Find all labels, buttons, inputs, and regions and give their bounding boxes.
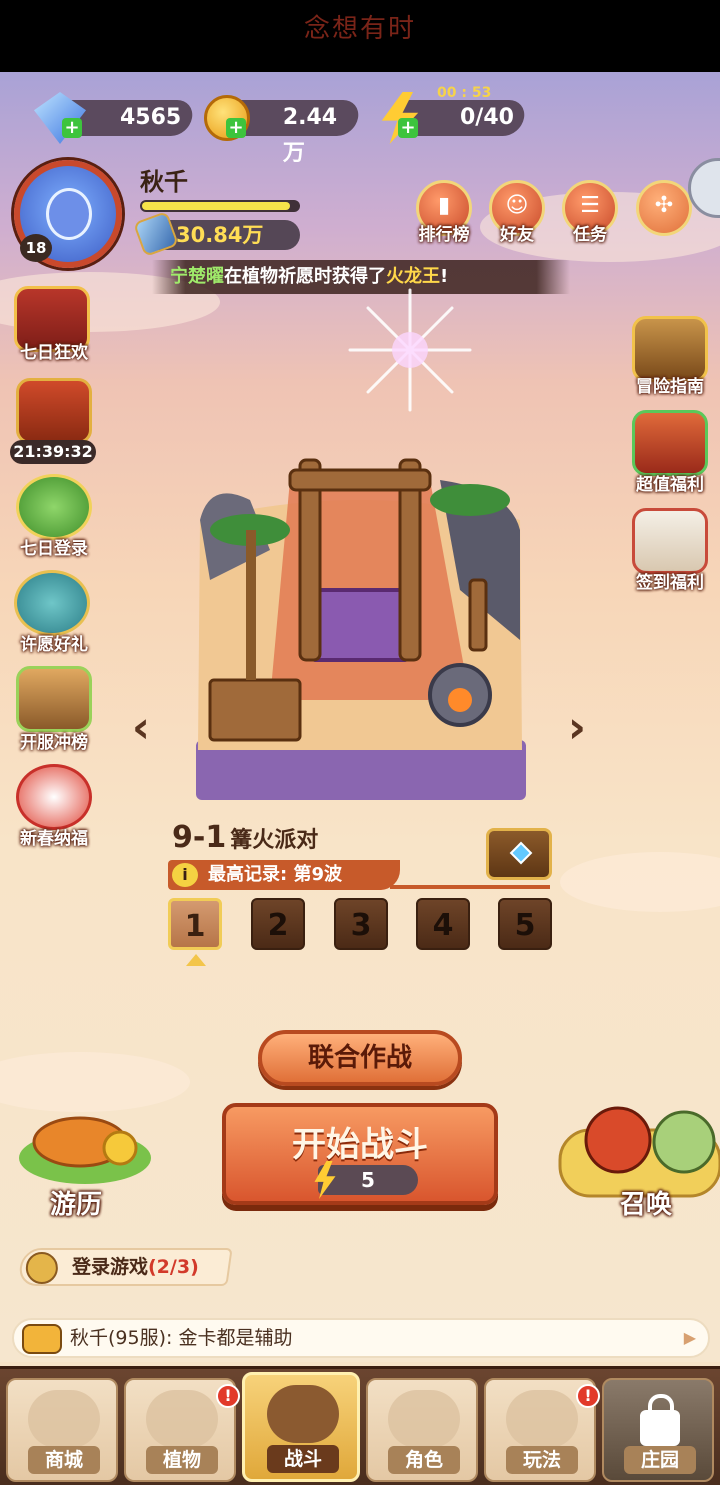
chat-expand-icon[interactable]: ▶ [684, 1320, 696, 1356]
lock-icon [640, 1394, 680, 1446]
menu-button[interactable]: ✣ [636, 180, 692, 236]
seven-day-carnival-label: 七日狂欢 [20, 343, 88, 363]
plants-alert-badge: ! [216, 1384, 240, 1408]
tab-battle-label: 战斗 [267, 1445, 339, 1473]
tab-shop[interactable]: 商城 [6, 1378, 118, 1482]
xp-bar [140, 200, 300, 212]
tab-gameplay-label: 玩法 [506, 1446, 578, 1474]
gift-chest-icon[interactable] [16, 378, 92, 444]
travel-icon[interactable] [10, 1098, 160, 1188]
leaderboard-label: 排行榜 [418, 225, 470, 245]
travel-label: 游历 [50, 1190, 103, 1220]
tab-shop-label: 商城 [28, 1446, 100, 1474]
tab-character[interactable]: 角色 [366, 1378, 478, 1482]
tab-manor-label: 庄园 [624, 1446, 696, 1474]
leaderboard-icon: ▮ [437, 193, 451, 218]
add-gold-icon[interactable]: + [226, 118, 246, 138]
selected-level-indicator [186, 954, 206, 966]
adventure-guide-label: 冒险指南 [636, 377, 704, 397]
chat-bar[interactable]: 秋千(95服): 金卡都是辅助 ▶ [12, 1318, 710, 1358]
checkin-benefit-icon[interactable] [632, 508, 708, 574]
menu-icon: ✣ [654, 193, 674, 218]
info-icon: i [172, 863, 198, 887]
level-button-2[interactable]: 2 [251, 898, 305, 950]
tab-battle[interactable]: 战斗 [242, 1372, 360, 1482]
summon-label: 召唤 [620, 1190, 673, 1220]
wish-gift-label: 许愿好礼 [20, 635, 88, 655]
start-battle-button[interactable]: 开始战斗 5 [222, 1103, 498, 1205]
chat-message: 秋千(95服): 金卡都是辅助 [70, 1327, 293, 1349]
quest-text: 登录游戏 [72, 1256, 149, 1278]
firework-icon [348, 288, 472, 412]
add-stamina-icon[interactable]: + [398, 118, 418, 138]
server-ranking-icon[interactable] [16, 666, 92, 732]
stage-number: 9-1 [172, 820, 227, 855]
tab-plants-label: 植物 [146, 1446, 218, 1474]
friends-label: 好友 [500, 225, 534, 245]
shop-icon [28, 1390, 100, 1448]
player-name: 秋千 [140, 168, 188, 196]
level-button-4[interactable]: 4 [416, 898, 470, 950]
battle-cost: 5 [318, 1165, 418, 1195]
level-button-5[interactable]: 5 [498, 898, 552, 950]
gameplay-alert-badge: ! [576, 1384, 600, 1408]
stage-title: 9-1 篝火派对 [172, 820, 318, 855]
stage-name: 篝火派对 [230, 828, 319, 853]
checkin-benefit-label: 签到福利 [636, 573, 704, 593]
event-countdown: 21:39:32 [10, 440, 96, 464]
spring-festival-icon[interactable] [16, 764, 92, 830]
best-record: i 最高记录: 第9波 [168, 860, 400, 890]
record-underline [390, 885, 550, 889]
coop-battle-button[interactable]: 联合作战 [258, 1030, 462, 1086]
news-player: 宁楚曜 [170, 266, 224, 287]
server-ranking-label: 开服冲榜 [20, 733, 88, 753]
seven-day-login-icon[interactable] [16, 474, 92, 540]
start-battle-label: 开始战斗 [292, 1125, 428, 1165]
battle-icon [267, 1385, 339, 1443]
character-icon [388, 1390, 460, 1448]
level-button-1[interactable]: 1 [168, 898, 222, 950]
quest-progress: (2/3) [148, 1256, 199, 1278]
stamina-timer: 00 : 53 [437, 85, 492, 101]
stage-island-map[interactable] [190, 440, 530, 802]
tasks-label: 任务 [573, 225, 607, 245]
status-title: 念想有时 [303, 14, 416, 44]
xp-bar-fill [142, 202, 291, 210]
tasks-icon: ☰ [580, 193, 600, 218]
quest-tracker[interactable]: 登录游戏(2/3) [17, 1248, 233, 1286]
add-gems-icon[interactable]: + [62, 118, 82, 138]
next-stage-arrow[interactable]: › [560, 706, 594, 750]
wish-gift-icon[interactable] [14, 570, 90, 636]
friends-icon: ☺ [505, 193, 529, 218]
quest-icon [25, 1252, 58, 1284]
avatar-face-icon [46, 188, 92, 240]
seven-day-login-label: 七日登录 [20, 539, 88, 559]
player-level-badge: 18 [20, 234, 52, 262]
tab-character-label: 角色 [388, 1446, 460, 1474]
value-benefit-label: 超值福利 [636, 475, 704, 495]
best-record-label: 最高记录: 第9波 [208, 864, 342, 885]
value-benefit-icon[interactable] [632, 410, 708, 476]
gameplay-icon [506, 1390, 578, 1448]
level-button-3[interactable]: 3 [334, 898, 388, 950]
prev-stage-arrow[interactable]: ‹ [124, 706, 158, 750]
system-status-bar: 念想有时 [0, 0, 720, 72]
reward-chest-icon[interactable] [486, 828, 552, 880]
plants-icon [146, 1390, 218, 1448]
spring-festival-label: 新春纳福 [20, 829, 88, 849]
chat-icon [22, 1324, 62, 1354]
